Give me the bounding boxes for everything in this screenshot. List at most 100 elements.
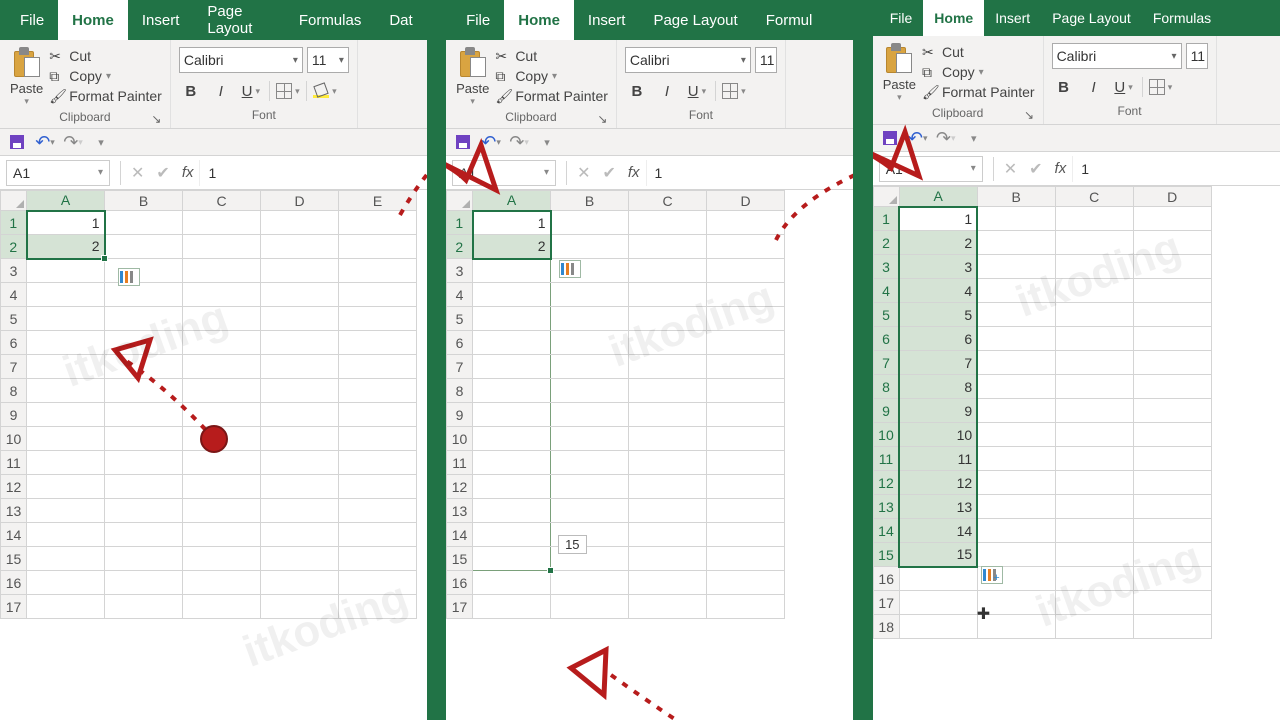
cancel-icon[interactable]: ✕ [125, 163, 150, 183]
cell-A9[interactable]: 9 [899, 399, 977, 423]
fill-handle[interactable] [101, 255, 108, 262]
copy-button[interactable]: ⧉ Copy ▾ [920, 62, 1037, 82]
row-header[interactable]: 9 [447, 403, 473, 427]
row-header[interactable]: 17 [447, 595, 473, 619]
save-button[interactable] [881, 129, 899, 147]
paste-button[interactable]: Paste ▾ [879, 41, 920, 103]
row-header[interactable]: 2 [447, 235, 473, 259]
tab-page-layout[interactable]: Page Layout [193, 0, 284, 40]
font-size-combo[interactable]: 11▾ [307, 47, 349, 73]
select-all-corner[interactable] [1, 191, 27, 211]
row-header[interactable]: 4 [447, 283, 473, 307]
copy-button[interactable]: ⧉ Copy ▾ [493, 66, 610, 86]
tab-insert[interactable]: Insert [984, 0, 1041, 36]
row-header[interactable]: 7 [447, 355, 473, 379]
row-header[interactable]: 17 [873, 591, 899, 615]
font-name-combo[interactable]: Calibri▾ [179, 47, 303, 73]
row-header[interactable]: 13 [873, 495, 899, 519]
row-header[interactable]: 3 [447, 259, 473, 283]
row-header[interactable]: 14 [447, 523, 473, 547]
row-header[interactable]: 14 [873, 519, 899, 543]
formula-input[interactable]: 1 [1072, 156, 1280, 182]
save-button[interactable] [8, 133, 26, 151]
name-box[interactable]: A1▾ [879, 156, 983, 182]
name-box[interactable]: A1▾ [452, 160, 556, 186]
undo-button[interactable]: ↶▾ [36, 133, 54, 151]
copy-button[interactable]: ⧉ Copy ▾ [47, 66, 164, 86]
col-header-E[interactable]: E [339, 191, 417, 211]
cell-A6[interactable]: 6 [899, 327, 977, 351]
italic-button[interactable]: I [209, 79, 233, 103]
cancel-icon[interactable]: ✕ [571, 163, 596, 183]
qat-customize[interactable]: ▾ [538, 133, 556, 151]
name-box[interactable]: A1▾ [6, 160, 110, 186]
cell-A13[interactable]: 13 [899, 495, 977, 519]
enter-icon[interactable]: ✔ [596, 163, 621, 183]
format-painter-button[interactable]: 🖌 Format Painter [920, 82, 1037, 102]
redo-button[interactable]: ↷▾ [64, 133, 82, 151]
bold-button[interactable]: B [625, 79, 649, 103]
borders-button[interactable] [722, 79, 746, 103]
row-header[interactable]: 12 [873, 471, 899, 495]
col-header-B[interactable]: B [105, 191, 183, 211]
cell-A7[interactable]: 7 [899, 351, 977, 375]
fill-handle[interactable] [547, 567, 554, 574]
paste-button[interactable]: Paste ▾ [452, 45, 493, 107]
row-header[interactable]: 10 [1, 427, 27, 451]
cell-A14[interactable]: 14 [899, 519, 977, 543]
row-header[interactable]: 5 [447, 307, 473, 331]
cell-A4[interactable]: 4 [899, 279, 977, 303]
qat-customize[interactable]: ▾ [92, 133, 110, 151]
row-header[interactable]: 15 [447, 547, 473, 571]
tab-insert[interactable]: Insert [128, 0, 194, 40]
font-name-combo[interactable]: Calibri▾ [625, 47, 751, 73]
select-all-corner[interactable] [447, 191, 473, 211]
row-header[interactable]: 13 [1, 499, 27, 523]
row-header[interactable]: 6 [1, 331, 27, 355]
tab-file[interactable]: File [6, 0, 58, 40]
cut-button[interactable]: ✂ Cut [47, 46, 164, 66]
tab-data[interactable]: Dat [375, 0, 426, 40]
undo-button[interactable]: ↶▾ [482, 133, 500, 151]
tab-file[interactable]: File [879, 0, 924, 36]
enter-icon[interactable]: ✔ [150, 163, 175, 183]
cancel-icon[interactable]: ✕ [998, 159, 1023, 179]
row-header[interactable]: 9 [873, 399, 899, 423]
cell-A1[interactable]: 1 [27, 211, 105, 235]
row-header[interactable]: 15 [1, 547, 27, 571]
row-header[interactable]: 1 [873, 207, 899, 231]
paste-button[interactable]: Paste ▾ [6, 45, 47, 107]
row-header[interactable]: 1 [447, 211, 473, 235]
row-header[interactable]: 10 [447, 427, 473, 451]
row-header[interactable]: 15 [873, 543, 899, 567]
col-header-D[interactable]: D [707, 191, 785, 211]
tab-home[interactable]: Home [58, 0, 128, 40]
cell-A2[interactable]: 2 [473, 235, 551, 259]
format-painter-button[interactable]: 🖌 Format Painter [493, 86, 610, 106]
underline-button[interactable]: U [239, 79, 263, 103]
cell-A2[interactable]: 2 [27, 235, 105, 259]
row-header[interactable]: 5 [1, 307, 27, 331]
italic-button[interactable]: I [655, 79, 679, 103]
undo-button[interactable]: ↶▾ [909, 129, 927, 147]
worksheet-grid[interactable]: A B C D 1 1 2 2 3 4 5 6 7 8 9 10 11 12 1… [446, 190, 853, 619]
col-header-A[interactable]: A [27, 191, 105, 211]
font-size-combo[interactable]: 11 [755, 47, 777, 73]
autofill-options-button[interactable] [981, 566, 1003, 584]
tab-page-layout[interactable]: Page Layout [639, 0, 751, 40]
autofill-options-button[interactable] [559, 260, 581, 278]
cell-A3[interactable]: 3 [899, 255, 977, 279]
row-header[interactable]: 6 [447, 331, 473, 355]
dialog-launcher-icon[interactable]: ↘ [151, 112, 162, 123]
cut-button[interactable]: ✂ Cut [920, 42, 1037, 62]
format-painter-button[interactable]: 🖌 Format Painter [47, 86, 164, 106]
italic-button[interactable]: I [1082, 75, 1106, 99]
row-header[interactable]: 16 [873, 567, 899, 591]
select-all-corner[interactable] [873, 187, 899, 207]
tab-formulas[interactable]: Formul [752, 0, 827, 40]
cell-A2[interactable]: 2 [899, 231, 977, 255]
row-header[interactable]: 14 [1, 523, 27, 547]
cell-A10[interactable]: 10 [899, 423, 977, 447]
fx-icon[interactable]: fx [176, 164, 200, 181]
col-header-A[interactable]: A [473, 191, 551, 211]
